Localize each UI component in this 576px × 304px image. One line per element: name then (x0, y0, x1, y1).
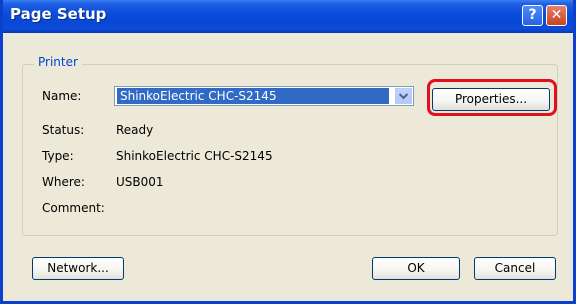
printer-group-label: Printer (34, 55, 82, 69)
name-label: Name: (42, 89, 82, 103)
ok-button[interactable]: OK (372, 257, 460, 280)
highlight-annotation (427, 79, 557, 116)
help-icon[interactable]: ? (522, 5, 543, 26)
chevron-down-icon[interactable] (395, 88, 412, 104)
type-label: Type: (42, 149, 74, 163)
network-button[interactable]: Network... (32, 257, 124, 280)
cancel-button[interactable]: Cancel (474, 257, 556, 280)
where-label: Where: (42, 175, 85, 189)
ok-button-label: OK (407, 261, 425, 275)
printer-name-select[interactable]: ShinkoElectric CHC-S2145 (114, 86, 414, 106)
cancel-button-label: Cancel (494, 261, 536, 275)
status-label: Status: (42, 123, 85, 137)
network-button-label: Network... (47, 261, 109, 275)
close-icon[interactable]: ✕ (546, 5, 567, 26)
status-value: Ready (116, 123, 154, 137)
title-bar[interactable]: Page Setup ? ✕ (3, 0, 573, 33)
comment-label: Comment: (42, 201, 105, 215)
window-title: Page Setup (10, 5, 107, 23)
where-value: USB001 (116, 175, 164, 189)
type-value: ShinkoElectric CHC-S2145 (116, 149, 273, 163)
printer-name-value: ShinkoElectric CHC-S2145 (117, 88, 389, 104)
